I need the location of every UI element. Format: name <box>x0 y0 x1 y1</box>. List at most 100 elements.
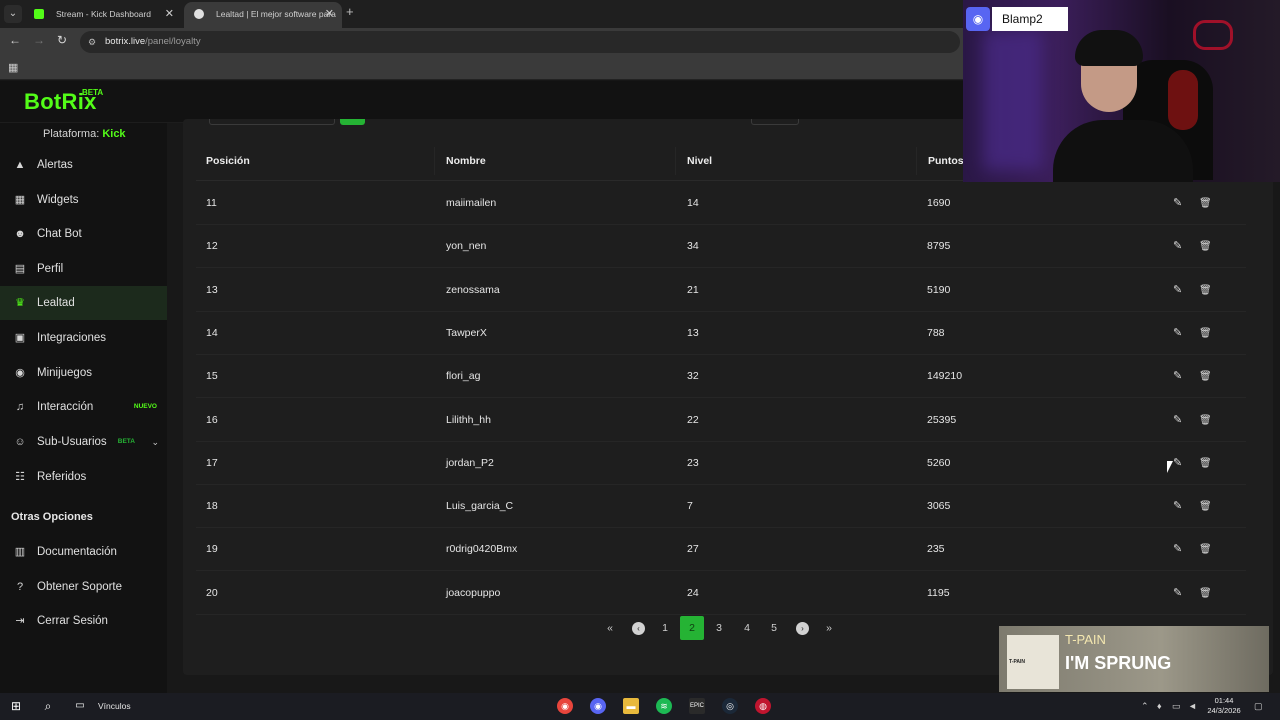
prev-page-icon[interactable]: ‹ <box>632 622 645 635</box>
header-nivel[interactable]: Nivel <box>687 141 712 181</box>
page-button-current[interactable]: 2 <box>680 616 704 640</box>
main-content: Posición Nombre Nivel Puntos 11 maiimaile… <box>167 119 1280 693</box>
delete-icon[interactable]: 🗑 <box>1199 399 1212 442</box>
music-icon: ♫ <box>15 401 25 413</box>
sidebar-item-label: Sub-Usuarios <box>37 436 107 448</box>
edit-icon[interactable]: ✎ <box>1173 312 1182 355</box>
delete-icon[interactable]: 🗑 <box>1199 182 1212 225</box>
screen: { "browser": { "tabs": [ {"title": "Stre… <box>0 0 1280 720</box>
cell-nombre: r0drig0420Bmx <box>446 543 518 556</box>
search-icon[interactable]: ⌕ <box>40 698 56 714</box>
windows-start-icon[interactable]: ⊞ <box>8 698 24 714</box>
delete-icon[interactable]: 🗑 <box>1199 269 1212 312</box>
sidebar-item-integraciones[interactable]: ▣ Integraciones <box>0 321 167 355</box>
cell-puntos: 235 <box>927 543 945 556</box>
task-view-icon[interactable]: ▭ <box>72 698 88 714</box>
users-icon: ☺ <box>14 436 26 448</box>
delete-icon[interactable]: 🗑 <box>1199 442 1212 485</box>
tab-title: Stream - Kick Dashboard <box>56 9 151 19</box>
links-toolbar[interactable]: Vínculos <box>98 693 131 720</box>
page-button[interactable]: 3 <box>707 616 731 640</box>
file-explorer-icon[interactable]: ▬ <box>623 698 639 714</box>
tab-search-icon[interactable]: ⌄ <box>4 5 22 23</box>
next-page-icon[interactable]: › <box>796 622 809 635</box>
kick-favicon-icon <box>34 9 44 19</box>
url-input[interactable]: ⚙ botrix.live/panel/loyalty <box>80 31 960 53</box>
mouse-cursor <box>1167 461 1173 473</box>
sidebar-item-chat-bot[interactable]: ☻ Chat Bot <box>0 217 167 251</box>
tray-chevron-icon[interactable]: ⌃ <box>1141 693 1149 720</box>
page-button[interactable]: 1 <box>653 616 677 640</box>
delete-icon[interactable]: 🗑 <box>1199 355 1212 398</box>
delete-icon[interactable]: 🗑 <box>1199 485 1212 528</box>
volume-icon[interactable]: ◄ <box>1188 693 1197 720</box>
cell-nivel: 13 <box>687 326 699 339</box>
first-page-icon[interactable]: « <box>603 616 617 640</box>
sidebar-item-label: Chat Bot <box>37 228 82 240</box>
tab-close-icon[interactable]: ✕ <box>325 2 334 26</box>
sidebar-item-minijuegos[interactable]: ◉ Minijuegos <box>0 356 167 390</box>
edit-icon[interactable]: ✎ <box>1173 269 1182 312</box>
sidebar-item-referidos[interactable]: ☷ Referidos <box>0 460 167 494</box>
edit-icon[interactable]: ✎ <box>1173 442 1182 485</box>
cell-posicion: 15 <box>206 370 218 383</box>
header-nombre[interactable]: Nombre <box>446 141 486 181</box>
discord-overlay: ◉ Blamp2 <box>966 7 1068 31</box>
forward-icon[interactable]: → <box>33 33 45 47</box>
steam-icon[interactable]: ◎ <box>722 698 738 714</box>
browser-tab[interactable]: Stream - Kick Dashboard ✕ <box>24 2 182 28</box>
epic-games-icon[interactable]: EPIC <box>689 698 705 714</box>
delete-icon[interactable]: 🗑 <box>1199 312 1212 355</box>
beta-badge: BETA <box>117 438 135 445</box>
network-icon[interactable]: ▭ <box>1172 693 1181 720</box>
sidebar-item-cerrar-sesion[interactable]: ⇥ Cerrar Sesión <box>0 604 167 638</box>
header-puntos[interactable]: Puntos <box>928 141 964 181</box>
edit-icon[interactable]: ✎ <box>1173 399 1182 442</box>
cell-nombre: jordan_P2 <box>446 456 494 469</box>
page-button[interactable]: 5 <box>762 616 786 640</box>
header-posicion[interactable]: Posición <box>206 141 250 181</box>
sidebar-item-widgets[interactable]: ▦ Widgets <box>0 183 167 217</box>
last-page-icon[interactable]: » <box>822 616 836 640</box>
sidebar-item-perfil[interactable]: ▤ Perfil <box>0 252 167 286</box>
sidebar-item-sub-usuarios[interactable]: ☺ Sub-Usuarios BETA ⌄ <box>0 425 167 459</box>
cell-nivel: 24 <box>687 586 699 599</box>
cell-puntos: 5190 <box>927 283 951 296</box>
cell-posicion: 20 <box>206 586 218 599</box>
search-button[interactable] <box>340 119 365 125</box>
search-input[interactable] <box>209 119 335 125</box>
notifications-icon[interactable]: ▢ <box>1254 693 1263 720</box>
chrome-icon[interactable]: ◉ <box>557 698 573 714</box>
sidebar-item-lealtad[interactable]: ♛ Lealtad <box>0 286 167 320</box>
sidebar-item-alertas[interactable]: ▲ Alertas <box>0 148 167 182</box>
reload-icon[interactable]: ↻ <box>57 33 67 47</box>
edit-icon[interactable]: ✎ <box>1173 528 1182 571</box>
sidebar-item-interaccion[interactable]: ♫ Interacción NUEVO <box>0 390 167 424</box>
sidebar-item-documentacion[interactable]: ▥ Documentación <box>0 535 167 569</box>
microphone-icon[interactable]: ♦ <box>1157 693 1162 720</box>
delete-icon[interactable]: 🗑 <box>1199 225 1212 268</box>
page-size-select[interactable] <box>751 119 799 125</box>
logout-icon: ⇥ <box>15 615 25 627</box>
discord-taskbar-icon[interactable]: ◉ <box>590 698 606 714</box>
system-clock[interactable]: 01:44 24/3/2026 <box>1200 696 1248 716</box>
tab-close-icon[interactable]: ✕ <box>165 2 174 26</box>
apps-grid-icon[interactable]: ▦ <box>8 61 18 74</box>
sidebar-item-soporte[interactable]: ? Obtener Soporte <box>0 570 167 604</box>
edit-icon[interactable]: ✎ <box>1173 225 1182 268</box>
spotify-icon[interactable]: ≋ <box>656 698 672 714</box>
page-button[interactable]: 4 <box>735 616 759 640</box>
new-tab-icon[interactable]: + <box>346 4 354 19</box>
back-icon[interactable]: ← <box>9 33 21 47</box>
edit-icon[interactable]: ✎ <box>1173 485 1182 528</box>
chevron-down-icon[interactable]: ⌄ <box>151 425 159 459</box>
edit-icon[interactable]: ✎ <box>1173 182 1182 225</box>
delete-icon[interactable]: 🗑 <box>1199 528 1212 571</box>
edit-icon[interactable]: ✎ <box>1173 355 1182 398</box>
delete-icon[interactable]: 🗑 <box>1199 572 1212 615</box>
browser-tab-active[interactable]: Lealtad | El mejor software para ✕ <box>184 2 342 28</box>
url-host: botrix.live <box>105 36 146 47</box>
edit-icon[interactable]: ✎ <box>1173 572 1182 615</box>
site-info-icon[interactable]: ⚙ <box>88 31 96 53</box>
obs-icon[interactable]: ◍ <box>755 698 771 714</box>
